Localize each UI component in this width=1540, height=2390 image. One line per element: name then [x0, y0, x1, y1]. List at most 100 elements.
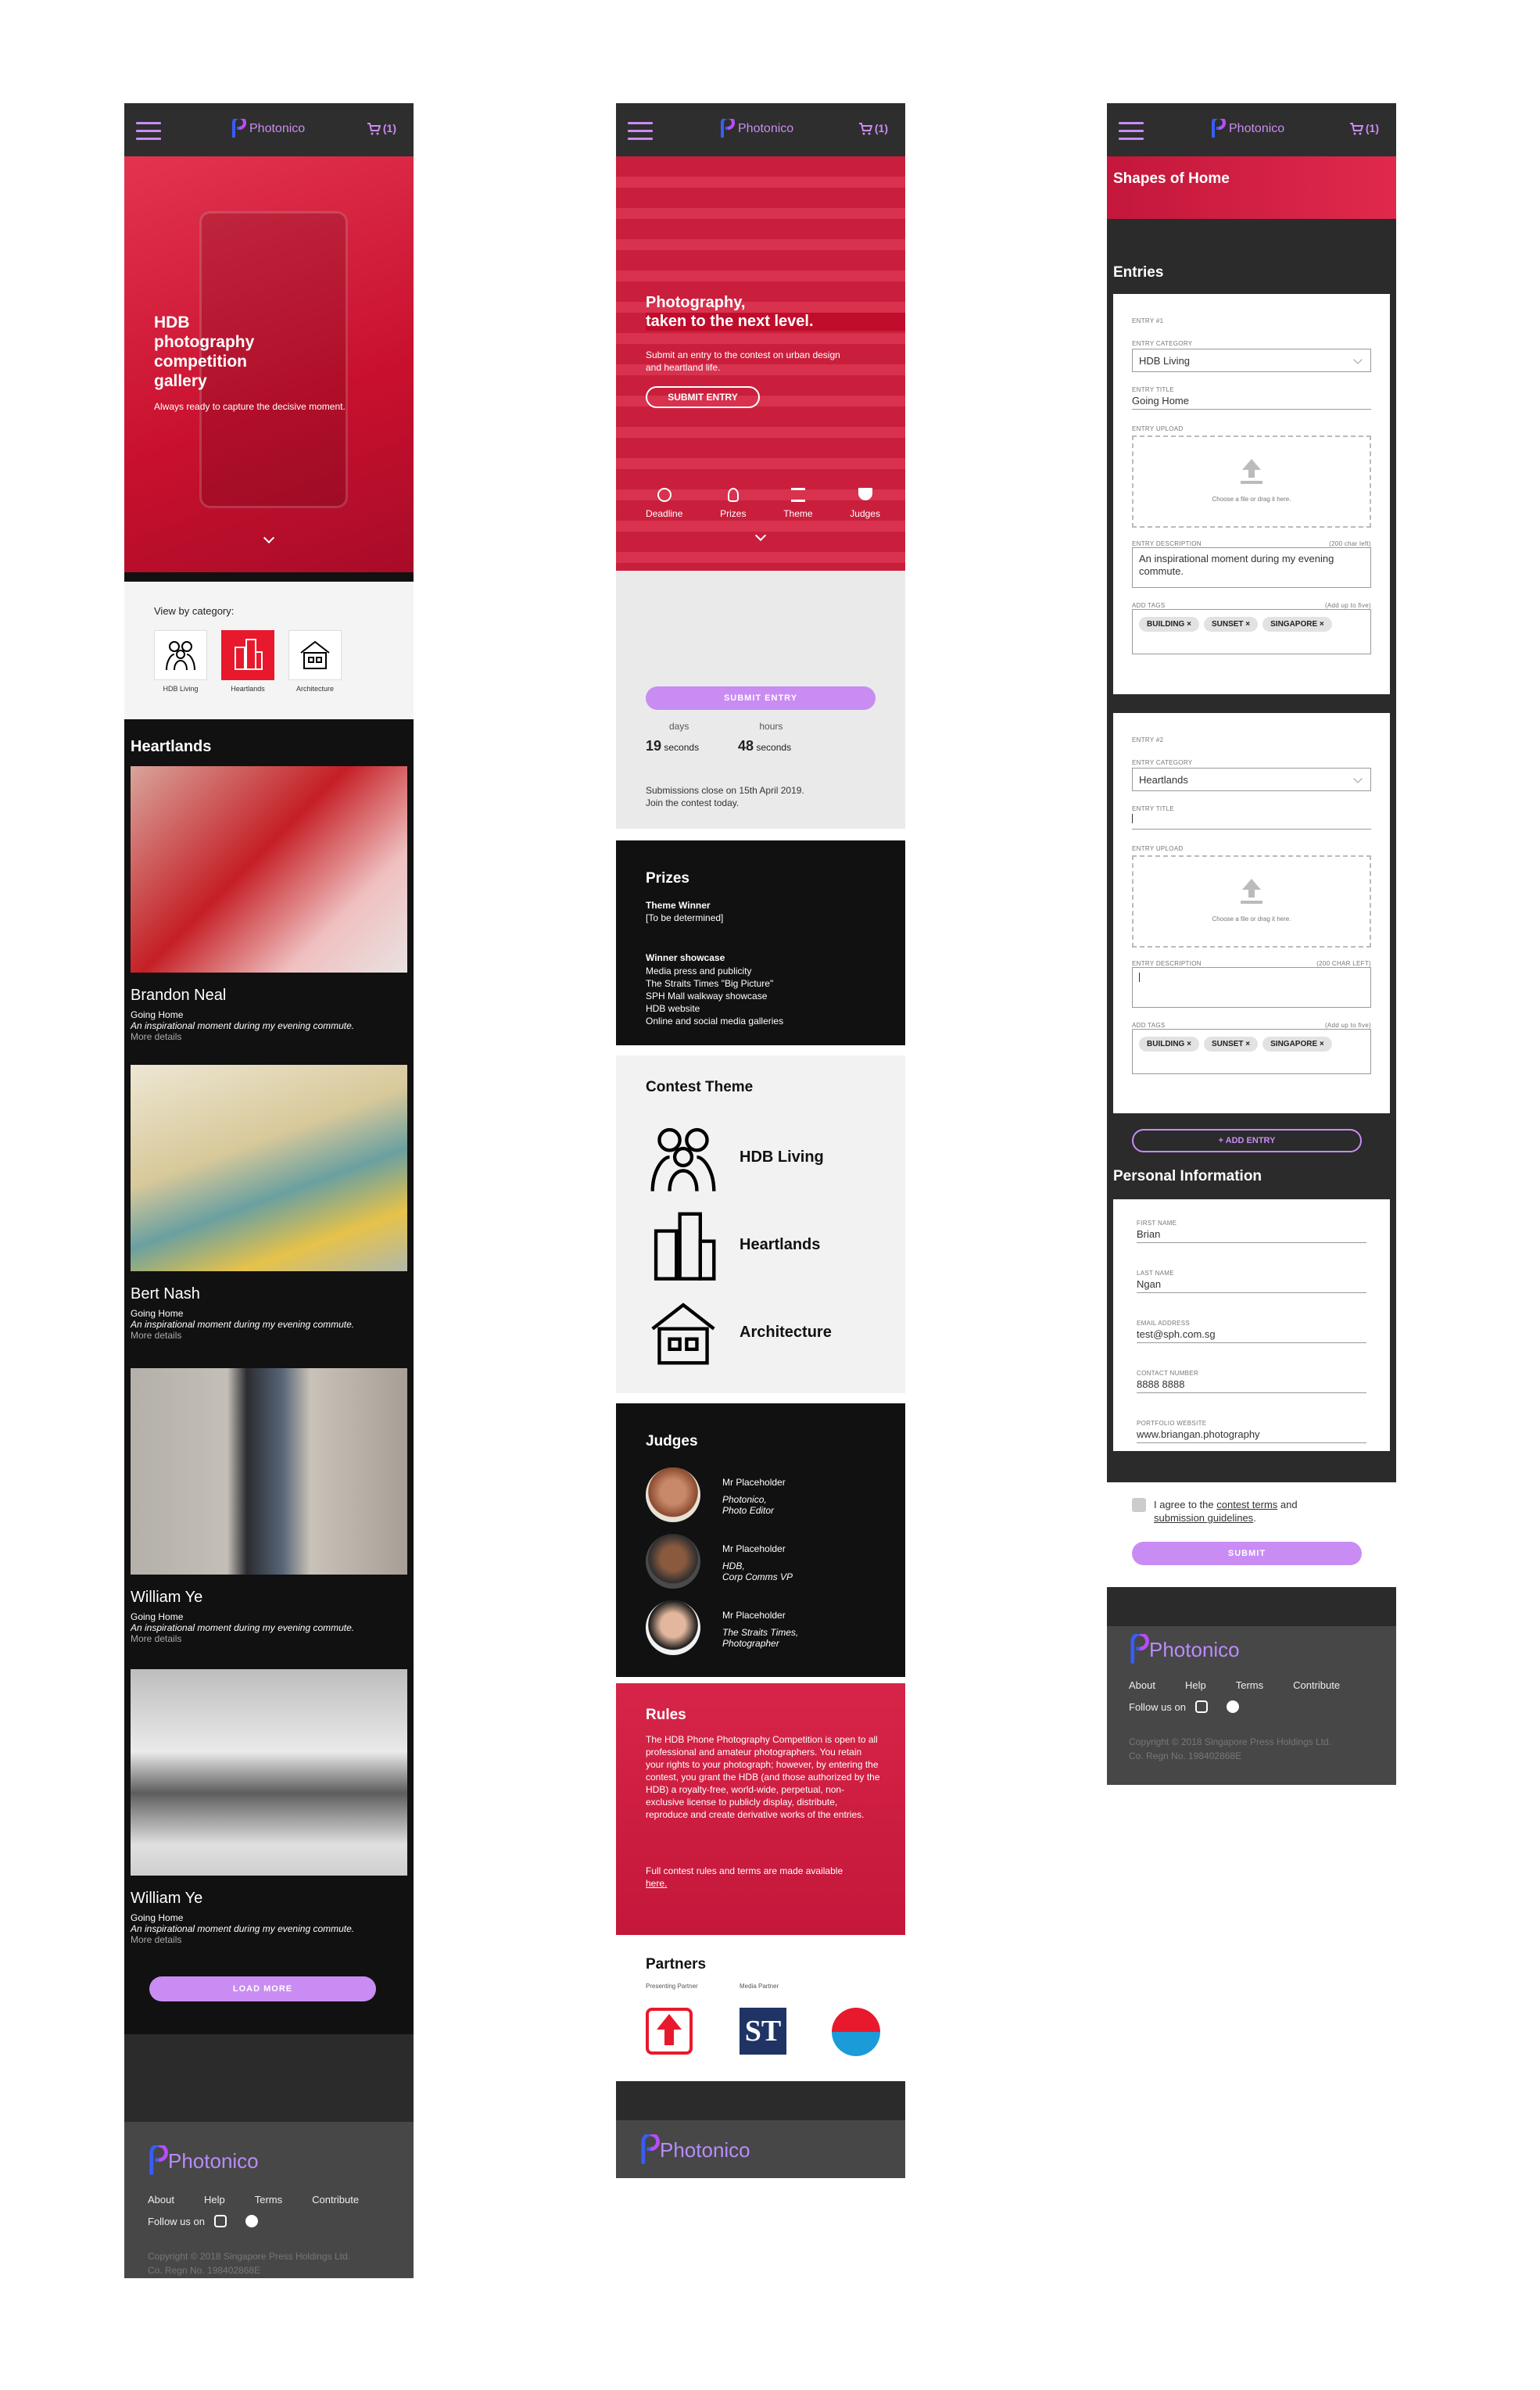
hdb-logo-icon[interactable] — [646, 2008, 693, 2055]
field-input[interactable]: Ngan — [1137, 1278, 1366, 1293]
gallery-photo[interactable] — [131, 766, 407, 973]
footer-logo[interactable]: Photonico — [148, 2145, 390, 2177]
footer-link-about[interactable]: About — [148, 2194, 174, 2205]
judge-name: Mr Placeholder — [722, 1477, 786, 1488]
submit-button[interactable]: SUBMIT — [1132, 1542, 1362, 1565]
gallery-item[interactable]: William Ye Going Home An inspirational m… — [131, 1368, 407, 1644]
st-logo-icon[interactable]: ST — [740, 2008, 786, 2055]
contact-field[interactable]: CONTACT NUMBER 8888 8888 — [1137, 1370, 1366, 1393]
tag-chip[interactable]: SUNSET × — [1203, 617, 1259, 632]
tag-chip[interactable]: BUILDING × — [1139, 617, 1199, 632]
cart-button[interactable]: (1) — [367, 122, 396, 135]
load-more-button[interactable]: LOAD MORE — [149, 1976, 376, 2001]
countdown-number: 48 — [738, 738, 754, 754]
instagram-icon[interactable] — [213, 2215, 227, 2227]
more-details-link[interactable]: More details — [131, 1031, 407, 1042]
field-input[interactable]: 8888 8888 — [1137, 1378, 1366, 1393]
social-icon[interactable] — [245, 2215, 258, 2227]
add-entry-button[interactable]: + ADD ENTRY — [1132, 1129, 1362, 1152]
countdown-unit: seconds — [756, 742, 792, 753]
category-label: ENTRY CATEGORY — [1132, 340, 1193, 347]
more-details-link[interactable]: More details — [131, 1934, 407, 1945]
theme-hdb-living[interactable]: HDB Living — [646, 1120, 824, 1195]
gallery-photo[interactable] — [131, 1669, 407, 1876]
desc-textarea[interactable] — [1132, 967, 1371, 1008]
judge-card[interactable]: Mr Placeholder HDB, Corp Comms VP — [646, 1534, 793, 1589]
gallery-item[interactable]: Bert Nash Going Home An inspirational mo… — [131, 1065, 407, 1341]
category-select[interactable]: HDB Living — [1132, 349, 1371, 372]
tag-chip[interactable]: SINGAPORE × — [1262, 1037, 1332, 1052]
instagram-icon[interactable] — [1194, 1700, 1208, 1713]
title-input[interactable]: Going Home — [1132, 395, 1371, 410]
field-label: LAST NAME — [1137, 1270, 1174, 1277]
entry-desc: An inspirational moment during my evenin… — [131, 1020, 355, 1031]
cart-button[interactable]: (1) — [858, 122, 888, 135]
agree-checkbox[interactable] — [1132, 1498, 1146, 1512]
menu-icon[interactable] — [1119, 122, 1144, 141]
category-heartlands[interactable] — [221, 630, 274, 680]
footer-link-terms[interactable]: Terms — [1236, 1679, 1263, 1691]
nav-judges[interactable]: Judges — [850, 488, 880, 519]
theme-architecture[interactable]: Architecture — [646, 1295, 832, 1370]
chevron-down-icon[interactable] — [754, 529, 767, 542]
nav-theme[interactable]: Theme — [783, 488, 813, 519]
category-value: Heartlands — [1139, 774, 1188, 786]
footer-link-help[interactable]: Help — [1185, 1679, 1206, 1691]
category-architecture[interactable] — [288, 630, 342, 680]
tag-chip[interactable]: SUNSET × — [1203, 1037, 1259, 1052]
judge-card[interactable]: Mr Placeholder Photonico, Photo Editor — [646, 1467, 786, 1522]
footer-link-contribute[interactable]: Contribute — [1293, 1679, 1340, 1691]
rules-link[interactable]: here. — [646, 1878, 667, 1889]
field-input[interactable]: test@sph.com.sg — [1137, 1328, 1366, 1343]
email-field[interactable]: EMAIL ADDRESS test@sph.com.sg — [1137, 1320, 1366, 1343]
judge-card[interactable]: Mr Placeholder The Straits Times, Photogra… — [646, 1600, 798, 1655]
gallery-photo[interactable] — [131, 1368, 407, 1575]
theme-heartlands[interactable]: Heartlands — [646, 1207, 820, 1282]
judge-org: HDB, — [722, 1560, 745, 1571]
upload-dropzone[interactable]: Choose a file or drag it here. — [1132, 435, 1371, 528]
hero-subtitle: Submit an entry to the contest on urban … — [646, 349, 840, 373]
tag-chip[interactable]: BUILDING × — [1139, 1037, 1199, 1052]
category-hdb-living[interactable] — [154, 630, 207, 680]
guidelines-link[interactable]: submission guidelines — [1154, 1512, 1253, 1524]
field-input[interactable]: www.briangan.photography — [1137, 1428, 1366, 1443]
spacer — [616, 2081, 905, 2120]
more-details-link[interactable]: More details — [131, 1330, 407, 1341]
footer-logo[interactable]: Photonico — [1129, 1634, 1374, 1665]
chevron-down-icon[interactable] — [263, 532, 275, 544]
footer-link-contribute[interactable]: Contribute — [312, 2194, 359, 2205]
first-name-field[interactable]: FIRST NAME Brian — [1137, 1220, 1366, 1243]
portfolio-field[interactable]: PORTFOLIO WEBSITE www.briangan.photograph… — [1137, 1420, 1366, 1443]
gallery-item[interactable]: Brandon Neal Going Home An inspirational… — [131, 766, 407, 1042]
submit-entry-button[interactable]: SUBMIT ENTRY — [646, 686, 876, 710]
gallery-photo[interactable] — [131, 1065, 407, 1271]
tag-chip[interactable]: SINGAPORE × — [1262, 617, 1332, 632]
last-name-field[interactable]: LAST NAME Ngan — [1137, 1270, 1366, 1293]
nav-prizes[interactable]: Prizes — [720, 488, 746, 519]
footer-link-help[interactable]: Help — [204, 2194, 225, 2205]
presenting-label: Presenting Partner — [646, 1983, 698, 1990]
title-input[interactable] — [1132, 814, 1371, 830]
cart-button[interactable]: (1) — [1349, 122, 1379, 135]
sph-logo-icon[interactable] — [832, 2008, 880, 2056]
tags-box[interactable]: BUILDING × SUNSET × SINGAPORE × — [1132, 609, 1371, 654]
nav-deadline[interactable]: Deadline — [646, 488, 682, 519]
desc-textarea[interactable]: An inspirational moment during my evenin… — [1132, 547, 1371, 588]
brand-logo[interactable]: Photonico — [1210, 119, 1284, 139]
menu-icon[interactable] — [628, 122, 653, 141]
footer-link-terms[interactable]: Terms — [255, 2194, 282, 2205]
submit-entry-outline-button[interactable]: SUBMIT ENTRY — [646, 386, 760, 408]
footer-link-about[interactable]: About — [1129, 1679, 1155, 1691]
more-details-link[interactable]: More details — [131, 1633, 407, 1644]
category-select[interactable]: Heartlands — [1132, 768, 1371, 791]
brand-logo[interactable]: Photonico — [231, 119, 305, 139]
tags-box[interactable]: BUILDING × SUNSET × SINGAPORE × — [1132, 1029, 1371, 1074]
field-input[interactable]: Brian — [1137, 1228, 1366, 1243]
gallery-item[interactable]: William Ye Going Home An inspirational m… — [131, 1669, 407, 1945]
footer-logo[interactable]: Photonico — [639, 2134, 882, 2166]
menu-icon[interactable] — [136, 122, 161, 141]
brand-logo[interactable]: Photonico — [719, 119, 793, 139]
terms-link[interactable]: contest terms — [1216, 1499, 1277, 1510]
upload-dropzone[interactable]: Choose a file or drag it here. — [1132, 855, 1371, 948]
social-icon[interactable] — [1226, 1700, 1239, 1713]
